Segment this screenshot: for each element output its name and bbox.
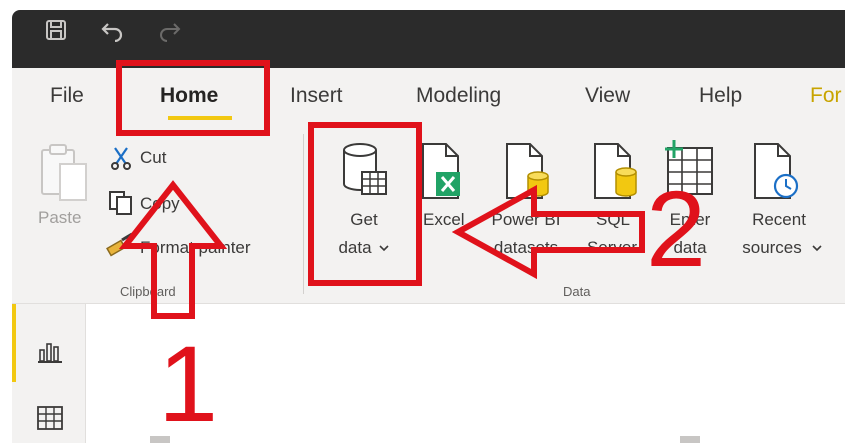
undo-icon[interactable]: [100, 18, 126, 42]
data-group-label: Data: [563, 284, 591, 299]
data-view-icon[interactable]: [36, 405, 64, 431]
tab-modeling[interactable]: Modeling: [416, 84, 501, 108]
annotation-number-1: 1: [158, 323, 219, 443]
annotation-arrow-up: [118, 180, 228, 319]
tab-view[interactable]: View: [585, 84, 630, 108]
tab-file[interactable]: File: [50, 84, 84, 108]
group-separator: [303, 134, 304, 294]
report-view-icon[interactable]: [36, 338, 64, 364]
redo-icon[interactable]: [156, 18, 182, 42]
annotation-arrow-left: [452, 184, 645, 280]
tab-format[interactable]: For: [810, 84, 842, 108]
tab-insert[interactable]: Insert: [290, 84, 343, 108]
recent-sources-line1[interactable]: Recent: [740, 206, 818, 234]
tab-help[interactable]: Help: [699, 84, 742, 108]
paste-button[interactable]: Paste: [38, 204, 81, 232]
cut-button[interactable]: Cut: [140, 144, 166, 172]
chevron-down-icon: [812, 245, 822, 252]
recent-sources-icon: [754, 143, 799, 199]
canvas-handle: [680, 436, 700, 443]
active-view-indicator: [12, 304, 16, 382]
recent-sources-line2[interactable]: sources: [730, 234, 814, 262]
highlight-box-get-data: [308, 122, 422, 286]
annotation-number-2: 2: [646, 168, 707, 289]
highlight-box-home-tab: [116, 60, 270, 136]
save-icon[interactable]: [44, 18, 68, 42]
cut-icon: [111, 147, 131, 170]
paste-icon[interactable]: [38, 142, 90, 204]
